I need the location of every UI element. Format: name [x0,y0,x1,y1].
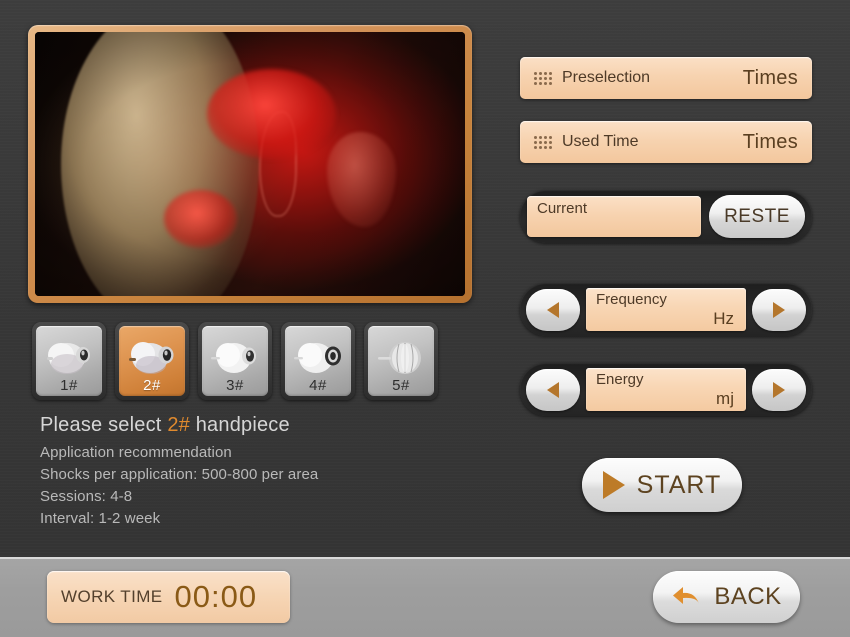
used-time-label: Used Time [562,133,639,150]
chevron-right-icon [773,381,785,398]
handpiece-fan-icon [378,342,421,375]
handpiece-button-face: 4# [285,326,351,396]
frequency-stepper: Frequency Hz [520,283,812,336]
handpiece-button-1[interactable]: 1# [32,322,106,400]
handpiece-rounded-icon [211,343,256,374]
frequency-label: Frequency [596,291,667,308]
back-button[interactable]: BACK [653,571,800,623]
preselection-field[interactable]: Preselection Times [520,57,812,99]
recommendation-info: Please select 2# handpiece Application r… [40,414,480,530]
energy-field[interactable]: Energy mj [586,368,746,411]
reset-label: RESTE [724,205,790,227]
handpiece-button-3[interactable]: 3# [198,322,272,400]
handpiece-button-5[interactable]: 5# [364,322,438,400]
handpiece-button-face: 1# [36,326,102,396]
reset-button[interactable]: RESTE [709,195,805,238]
handpiece-button-face: 2# [119,326,185,396]
chevron-left-icon [547,381,559,398]
current-label: Current [537,200,588,217]
work-time-display: WORK TIME 00:00 [47,571,290,623]
handpiece-selector: 1# 2# 3# 4# 5# [32,322,438,400]
treatment-image-panel [28,25,472,303]
chevron-right-icon [773,301,785,318]
energy-label: Energy [596,371,644,388]
info-line-shocks: Shocks per application: 500-800 per area [40,466,319,483]
preselection-label: Preselection [562,69,651,86]
current-field[interactable]: Current [527,196,701,237]
handpiece-ring-icon [294,343,341,374]
frequency-increase-button[interactable] [752,288,806,331]
info-line-interval: Interval: 1-2 week [40,510,161,527]
handpiece-button-2[interactable]: 2# [115,322,189,400]
anatomical-illustration [35,32,465,296]
play-triangle-icon [602,471,625,499]
current-row: Current RESTE [520,190,812,243]
work-time-label: WORK TIME [61,587,163,606]
handpiece-label: 4# [309,377,327,394]
illustration-vignette [35,32,465,296]
bottom-bar: WORK TIME 00:00 BACK [0,557,850,637]
frequency-decrease-button[interactable] [526,288,580,331]
frequency-field[interactable]: Frequency Hz [586,288,746,331]
prompt-prefix: Please select [40,414,168,436]
handpiece-prompt: Please select 2# handpiece [40,414,480,437]
used-time-field[interactable]: Used Time Times [520,121,812,163]
arrow-left-curved-icon [673,587,700,604]
handpiece-label: 3# [226,377,244,394]
handpiece-rounded-icon [129,342,174,375]
start-label: START [636,470,722,499]
info-line-sessions: Sessions: 4-8 [40,488,133,505]
application-screen: 1# 2# 3# 4# 5# Please select 2# handpiec… [0,0,850,637]
handpiece-rounded-icon [47,343,90,375]
preselection-unit: Times [742,66,798,89]
info-line-recommendation: Application recommendation [40,444,232,461]
frequency-unit: Hz [713,309,734,328]
chevron-left-icon [547,301,559,318]
energy-stepper: Energy mj [520,363,812,416]
prompt-highlight: 2# [167,414,190,436]
work-time-value: 00:00 [174,579,258,614]
energy-increase-button[interactable] [752,368,806,411]
handpiece-label: 5# [392,377,410,394]
handpiece-button-4[interactable]: 4# [281,322,355,400]
prompt-suffix: handpiece [189,414,290,436]
used-time-unit: Times [742,130,798,153]
start-button[interactable]: START [582,458,742,512]
energy-unit: mj [716,389,734,408]
grip-dots-icon [534,71,552,85]
back-label: BACK [714,583,782,610]
energy-decrease-button[interactable] [526,368,580,411]
handpiece-button-face: 3# [202,326,268,396]
handpiece-label: 1# [60,377,78,394]
handpiece-label: 2# [143,377,161,394]
handpiece-button-face: 5# [368,326,434,396]
grip-dots-icon [534,135,552,149]
